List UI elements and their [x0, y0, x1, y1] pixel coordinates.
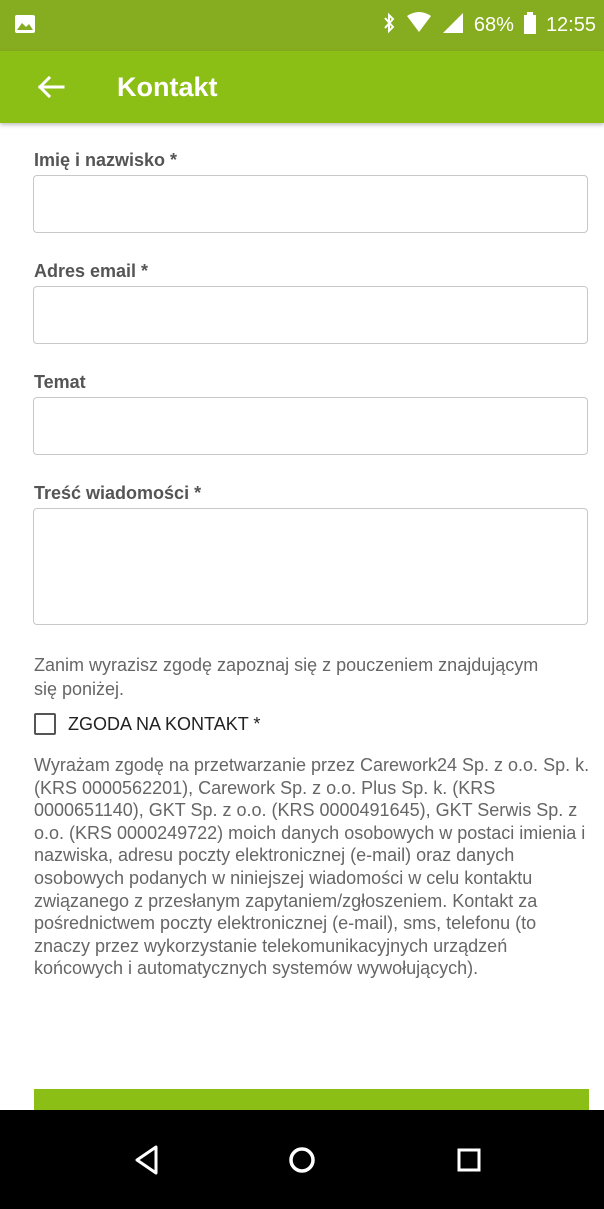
name-label: Imię i nazwisko * [34, 150, 178, 170]
app-bar: Kontakt [0, 51, 604, 123]
arrow-left-icon[interactable] [36, 75, 66, 99]
navigation-bar [0, 1110, 604, 1209]
consent-intro-text: Zanim wyrazisz zgodę zapoznaj się z pouc… [34, 655, 539, 699]
page-title: Kontakt [117, 72, 218, 102]
subject-input[interactable] [33, 397, 588, 455]
wifi-icon [406, 11, 432, 40]
battery-icon [523, 11, 536, 40]
email-input[interactable] [33, 286, 588, 344]
message-label: Treść wiadomości * [34, 483, 202, 503]
consent-label: ZGODA NA KONTAKT * [68, 713, 261, 734]
signal-icon [442, 12, 464, 40]
name-input[interactable] [33, 175, 588, 233]
back-triangle-icon[interactable] [129, 1142, 165, 1178]
consent-legal-text: Wyrażam zgodę na przetwarzanie przez Car… [34, 755, 590, 979]
email-label: Adres email * [34, 261, 149, 281]
clock: 12:55 [545, 14, 596, 36]
consent-checkbox[interactable] [34, 713, 56, 735]
status-icons: 68% 12:55 [382, 0, 596, 51]
message-textarea[interactable] [33, 508, 588, 625]
subject-label: Temat [34, 372, 86, 392]
image-notification-icon [14, 14, 36, 39]
battery-percent: 68% [473, 14, 514, 36]
consent-checkbox-row[interactable]: ZGODA NA KONTAKT * [34, 711, 260, 737]
home-circle-icon[interactable] [284, 1142, 320, 1178]
status-bar: 68% 12:55 [0, 0, 604, 51]
recents-square-icon[interactable] [451, 1142, 487, 1178]
bluetooth-icon [382, 12, 396, 40]
